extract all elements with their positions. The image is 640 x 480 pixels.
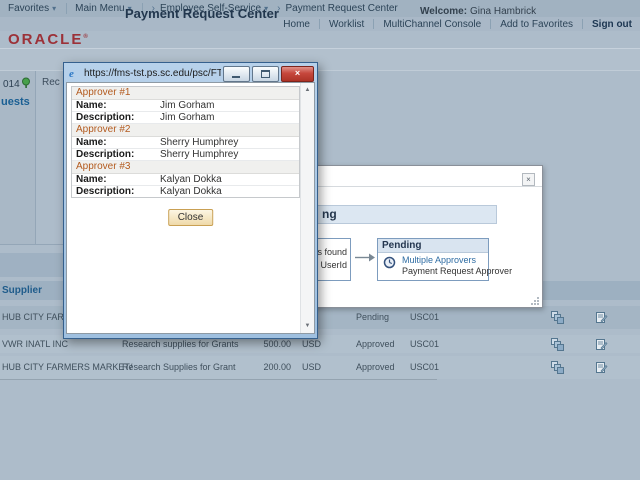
popup-title-bar[interactable]: e https://fms-tst.ps.sc.edu/psc/FTST_new… <box>66 65 315 82</box>
row-status: Approved <box>356 356 395 379</box>
internet-explorer-icon: e <box>69 68 81 80</box>
minimize-button[interactable] <box>223 66 250 82</box>
approver-role-label: Payment Request Approver <box>402 266 512 276</box>
close-icon[interactable]: × <box>522 173 535 186</box>
pending-step-title: Pending <box>378 239 488 253</box>
row-business-unit: USC01 <box>410 335 439 353</box>
header-links-bar: Home Worklist MultiChannel Console Add t… <box>0 17 640 31</box>
green-prompt-icon[interactable] <box>21 77 31 89</box>
sidebar-date-fragment: 014 <box>3 79 20 90</box>
worklist-link[interactable]: Worklist <box>329 19 364 30</box>
multichannel-console-link[interactable]: MultiChannel Console <box>383 19 481 30</box>
oracle-logo-text: ORACLE <box>8 31 83 48</box>
menu-main-menu-label: Main Menu <box>75 3 124 14</box>
approvers-table: Approver #1 Name: Jim Gorham Description… <box>71 86 300 198</box>
maximize-button[interactable] <box>252 66 279 82</box>
related-actions-icon[interactable] <box>551 361 564 374</box>
approver-section-header: Approver #1 <box>72 87 299 100</box>
approver-name-row: Name: Jim Gorham <box>72 100 299 112</box>
approver-description-row: Description: Jim Gorham <box>72 112 299 124</box>
description-value: Kalyan Dokka <box>160 186 222 197</box>
name-value: Kalyan Dokka <box>160 174 222 185</box>
breadcrumb-bar: Favorites▾ Main Menu▾ › Employee Self-Se… <box>0 0 640 17</box>
flow-arrow-icon <box>355 251 376 264</box>
welcome-user-name: Gina Hambrick <box>470 6 536 17</box>
approver-description-row: Description: Sherry Humphrey <box>72 149 299 161</box>
name-label: Name: <box>76 174 107 185</box>
separator <box>373 19 374 29</box>
separator <box>490 19 491 29</box>
approver-section-header: Approver #2 <box>72 124 299 137</box>
close-window-button[interactable]: × <box>281 66 314 82</box>
pending-step-box: Pending Multiple Approvers Payment Reque… <box>377 238 489 281</box>
welcome-label: Welcome: <box>420 6 467 17</box>
sign-out-link[interactable]: Sign out <box>592 19 632 30</box>
brand-bar: ORACLE® <box>0 31 640 48</box>
supplier-column-header[interactable]: Supplier <box>2 281 42 300</box>
pending-step-body: Multiple Approvers Payment Request Appro… <box>378 253 488 281</box>
page-title: Payment Request Center <box>125 6 279 21</box>
review-document-icon[interactable] <box>595 338 608 351</box>
description-label: Description: <box>76 186 134 197</box>
close-button[interactable]: Close <box>168 209 214 226</box>
grid-bottom-border <box>0 379 437 380</box>
separator <box>319 19 320 29</box>
review-document-icon[interactable] <box>595 311 608 324</box>
row-currency: USD <box>302 356 321 379</box>
popup-scrollbar[interactable]: ▲ ▼ <box>300 83 314 333</box>
approval-stage-heading-fragment: ng <box>322 207 337 221</box>
approver-description-row: Description: Kalyan Dokka <box>72 186 299 197</box>
approver-section-header: Approver #3 <box>72 161 299 174</box>
table-row: HUB CITY FARMERS MARKET/ Research Suppli… <box>0 356 640 379</box>
popup-url-title: https://fms-tst.ps.sc.edu/psc/FTST_newwi… <box>84 68 221 79</box>
chevron-down-icon: ▾ <box>52 4 56 13</box>
menu-favorites-label: Favorites <box>8 3 49 14</box>
requests-link-fragment[interactable]: uests <box>1 96 30 108</box>
sidebar-divider <box>35 71 36 245</box>
row-status: Approved <box>356 335 395 353</box>
popup-content: Approver #1 Name: Jim Gorham Description… <box>66 82 315 334</box>
description-value: Jim Gorham <box>160 112 214 123</box>
row-supplier: HUB CITY FARMERS MARKET/ <box>2 356 132 379</box>
resize-grip[interactable] <box>531 296 540 305</box>
related-actions-icon[interactable] <box>551 338 564 351</box>
name-value: Jim Gorham <box>160 100 214 111</box>
separator <box>66 3 67 14</box>
breadcrumb-payment-request-center[interactable]: Payment Request Center <box>285 3 397 14</box>
description-value: Sherry Humphrey <box>160 149 238 160</box>
row-business-unit: USC01 <box>410 306 439 329</box>
menu-main-menu[interactable]: Main Menu▾ <box>75 3 131 14</box>
name-label: Name: <box>76 137 107 148</box>
menu-favorites[interactable]: Favorites▾ <box>8 3 56 14</box>
separator <box>582 19 583 29</box>
clock-icon <box>383 256 396 269</box>
description-label: Description: <box>76 149 134 160</box>
add-to-favorites-link[interactable]: Add to Favorites <box>500 19 573 30</box>
home-link[interactable]: Home <box>283 19 310 30</box>
approver-name-row: Name: Kalyan Dokka <box>72 174 299 186</box>
row-description: Research Supplies for Grant <box>122 356 236 379</box>
registered-mark: ® <box>83 34 87 40</box>
name-value: Sherry Humphrey <box>160 137 238 148</box>
description-label: Description: <box>76 112 134 123</box>
related-actions-icon[interactable] <box>551 311 564 324</box>
review-document-icon[interactable] <box>595 361 608 374</box>
scroll-up-icon[interactable]: ▲ <box>301 84 314 96</box>
recent-label-fragment: Rec <box>42 77 60 88</box>
application-window: Favorites▾ Main Menu▾ › Employee Self-Se… <box>0 0 640 480</box>
row-status: Pending <box>356 306 389 329</box>
row-amount: 200.00 <box>235 356 291 379</box>
approvers-popup-window: e https://fms-tst.ps.sc.edu/psc/FTST_new… <box>63 62 318 339</box>
scroll-down-icon[interactable]: ▼ <box>301 320 314 332</box>
row-supplier: VWR INATL INC <box>2 335 68 353</box>
approver-name-row: Name: Sherry Humphrey <box>72 137 299 149</box>
multiple-approvers-link[interactable]: Multiple Approvers <box>402 255 476 265</box>
row-business-unit: USC01 <box>410 356 439 379</box>
name-label: Name: <box>76 100 107 111</box>
oracle-logo: ORACLE® <box>8 31 88 48</box>
